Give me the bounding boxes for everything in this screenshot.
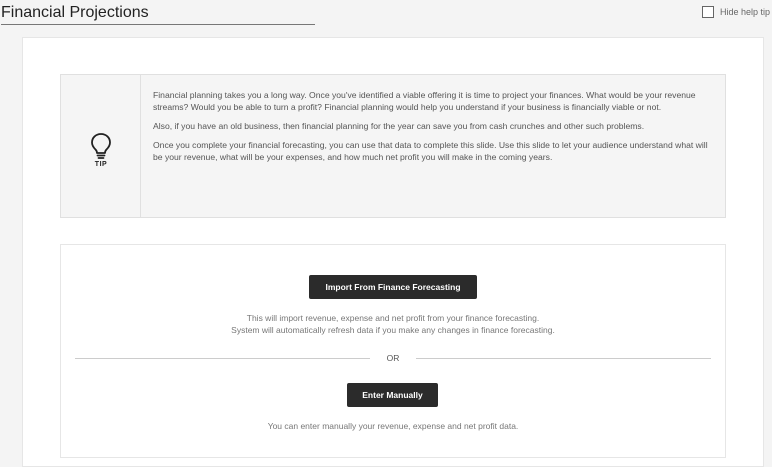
help-tip-box: TIP Financial planning takes you a long … bbox=[60, 74, 726, 218]
tip-label: TIP bbox=[94, 161, 108, 168]
import-description: System will automatically refresh data i… bbox=[231, 325, 555, 335]
tip-icon-column: TIP bbox=[61, 75, 141, 217]
enter-manually-button[interactable]: Enter Manually bbox=[347, 383, 438, 407]
tip-paragraph: Financial planning takes you a long way.… bbox=[153, 90, 696, 112]
hide-help-tip-label[interactable]: Hide help tip bbox=[720, 7, 770, 17]
content-card: TIP Financial planning takes you a long … bbox=[22, 37, 764, 467]
import-description: This will import revenue, expense and ne… bbox=[246, 313, 540, 323]
divider-line bbox=[416, 358, 711, 359]
page-header: Financial Projections Hide help tip bbox=[0, 0, 772, 30]
page-title: Financial Projections bbox=[1, 3, 315, 25]
manual-description: You can enter manually your revenue, exp… bbox=[267, 421, 519, 431]
tip-paragraph: Once you complete your financial forecas… bbox=[153, 140, 708, 162]
lightbulb-icon bbox=[91, 133, 111, 159]
hide-help-tip-toggle[interactable]: Hide help tip bbox=[701, 6, 770, 18]
import-from-finance-forecasting-button[interactable]: Import From Finance Forecasting bbox=[309, 275, 477, 299]
tip-paragraph: Also, if you have an old business, then … bbox=[153, 121, 645, 131]
or-divider: OR bbox=[75, 352, 711, 364]
tip-text: Financial planning takes you a long way.… bbox=[153, 89, 719, 170]
hide-help-tip-checkbox[interactable] bbox=[701, 6, 714, 18]
data-source-panel: Import From Finance Forecasting This wil… bbox=[60, 244, 726, 458]
